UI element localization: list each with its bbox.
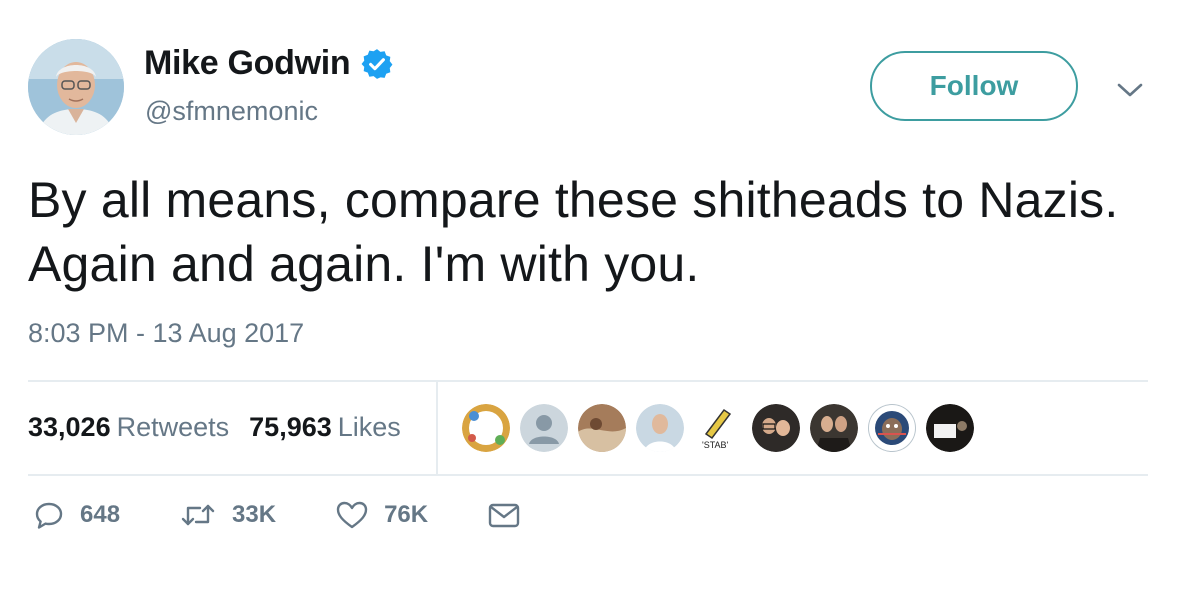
liker-avatar[interactable]: 'STAB'	[694, 404, 742, 452]
author-name-row: Mike Godwin	[144, 44, 394, 83]
retweets-label: Retweets	[116, 411, 230, 442]
retweet-button[interactable]: 33K	[180, 500, 276, 530]
retweets-stat[interactable]: 33,026 Retweets	[28, 412, 229, 443]
author-name[interactable]: Mike Godwin	[144, 44, 351, 83]
liker-avatars: 'STAB'	[462, 404, 984, 452]
reply-icon	[35, 502, 63, 529]
liker-avatar[interactable]	[868, 404, 916, 452]
likes-count: 75,963	[249, 411, 332, 442]
envelope-icon	[488, 503, 520, 528]
reply-button[interactable]: 648	[34, 500, 120, 530]
retweet-icon	[181, 504, 215, 526]
like-button[interactable]: 76K	[336, 500, 428, 530]
liker-avatar[interactable]	[636, 404, 684, 452]
verified-badge-icon	[361, 48, 393, 79]
divider	[28, 380, 1148, 382]
heart-icon	[336, 501, 368, 529]
stats-divider	[436, 382, 438, 474]
chevron-down-icon[interactable]	[1116, 78, 1144, 102]
tweet-text: By all means, compare these shitheads to…	[28, 172, 1119, 292]
like-count: 76K	[384, 501, 429, 528]
liker-avatar[interactable]	[926, 404, 974, 452]
liker-avatar[interactable]	[810, 404, 858, 452]
user-avatar-photo	[28, 39, 124, 135]
liker-avatar[interactable]	[520, 404, 568, 452]
liker-avatar[interactable]	[578, 404, 626, 452]
author-handle[interactable]: @sfmnemonic	[145, 96, 318, 127]
tweet-timestamp[interactable]: 8:03 PM - 13 Aug 2017	[28, 318, 304, 349]
retweet-count: 33K	[232, 501, 277, 528]
divider	[28, 474, 1148, 476]
liker-avatar[interactable]	[752, 404, 800, 452]
likes-label: Likes	[337, 411, 401, 442]
direct-message-button[interactable]	[488, 501, 520, 529]
tweet-stats: 33,026 Retweets 75,963 Likes	[28, 404, 401, 450]
retweets-count: 33,026	[28, 411, 111, 442]
liker-avatar[interactable]	[462, 404, 510, 452]
likes-stat[interactable]: 75,963 Likes	[249, 412, 401, 443]
tweet-actions: 648 33K 76K	[34, 500, 580, 530]
follow-button[interactable]: Follow	[870, 51, 1078, 121]
liker-avatar-text: 'STAB'	[702, 440, 729, 450]
author-avatar[interactable]	[28, 39, 124, 135]
reply-count: 648	[80, 501, 121, 528]
